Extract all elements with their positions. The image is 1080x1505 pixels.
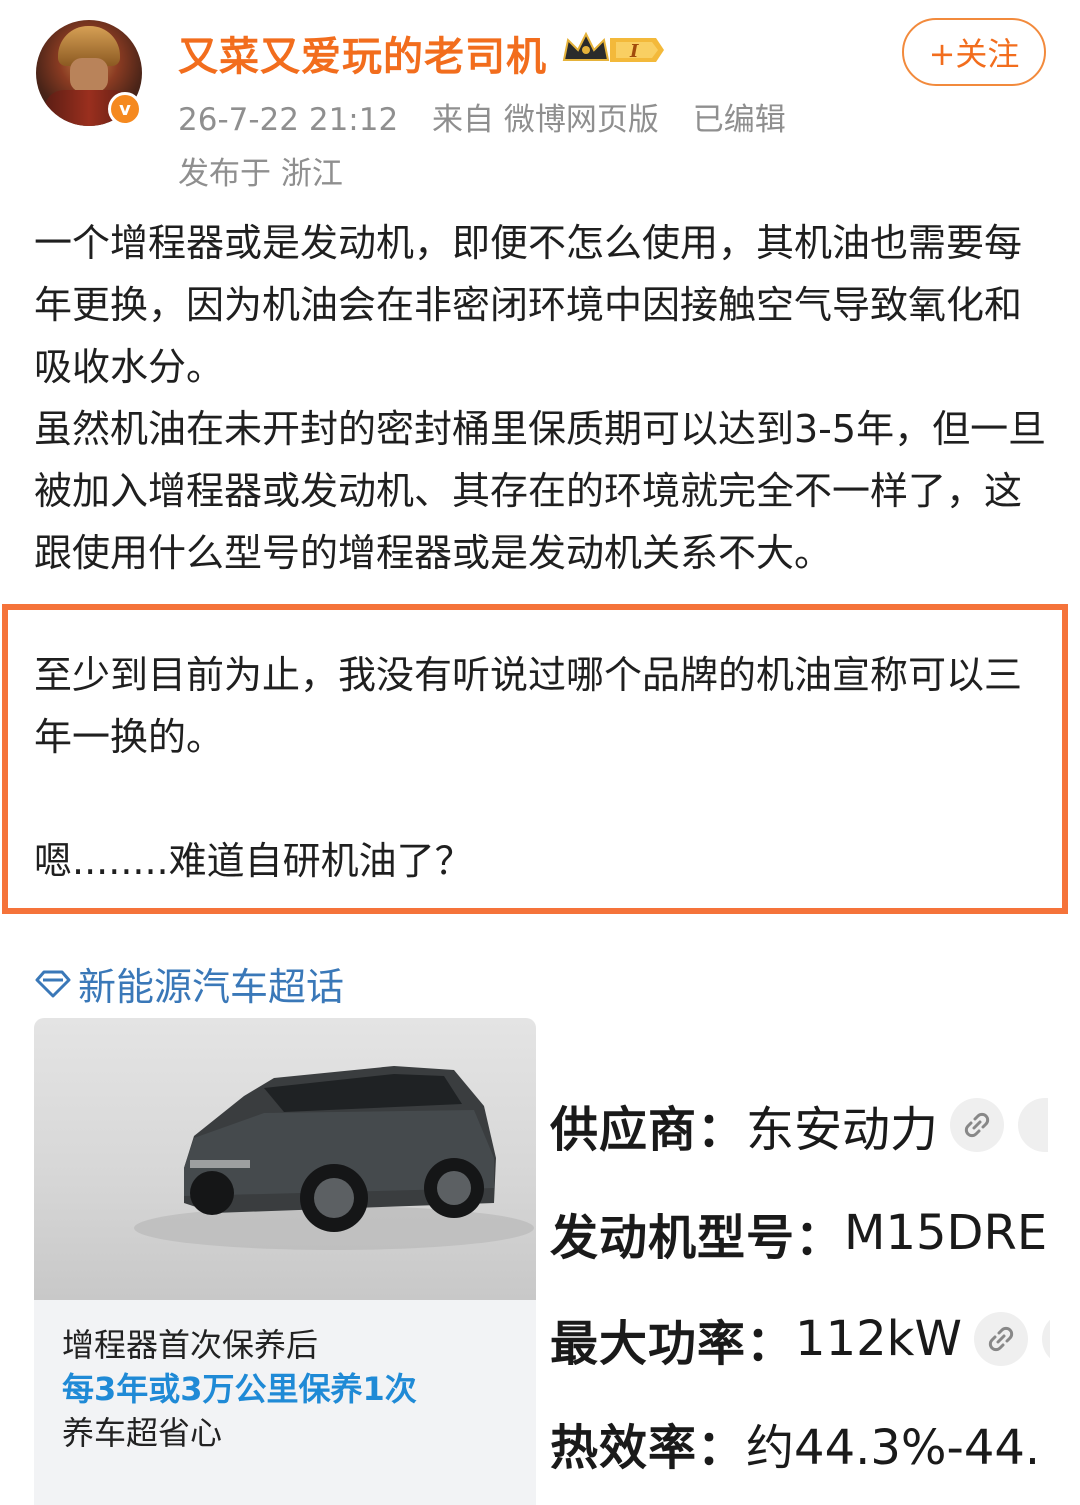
crown-level-badge-icon[interactable]: I [560,30,666,70]
highlight-line: 至少到目前为止，我没有听说过哪个品牌的机油宣称可以三年一换的。 [34,653,1023,759]
topic-link[interactable]: 新能源汽车超话 [34,956,344,1011]
spec-key: 供应商 [550,1102,698,1158]
image-caption: 养车超省心 [62,1414,223,1452]
spec-row-engine: 发动机型号： M15DRE [550,1198,1047,1268]
edited-label[interactable]: 已编辑 [693,102,786,138]
spec-value: 约44.3%-44. [746,1420,1041,1476]
spec-key: 发动机型号 [550,1210,796,1266]
highlight-line: 嗯........难道自研机油了？ [34,839,473,883]
spec-key: 最大功率 [550,1316,747,1372]
spec-row-supplier: 供应商： 东安动力 [550,1090,1049,1160]
spec-row-power: 最大功率： 112kW [550,1304,1050,1374]
post-image[interactable]: 增程器首次保养后 每3年或3万公里保养1次 养车超省心 [34,1018,536,1505]
spec-row-efficiency: 热效率： 约44.3%-44. [550,1408,1040,1478]
username[interactable]: 又菜又爱玩的老司机 [178,24,547,82]
image-caption-area: 增程器首次保养后 每3年或3万公里保养1次 养车超省心 [34,1300,536,1505]
spec-value: M15DRE [844,1205,1048,1261]
topic-label: 新能源汽车超话 [78,965,345,1009]
suv-image [134,1066,534,1250]
diamond-topic-icon [35,970,71,997]
spec-key: 热效率 [550,1420,698,1476]
link-icon-partial [1041,1312,1050,1366]
post-source[interactable]: 来自 微博网页版 [432,102,659,138]
link-icon [973,1312,1028,1366]
spec-value: 112kW [795,1311,962,1367]
link-icon-partial [1018,1098,1049,1152]
post-meta: 26-7-22 21:12 来自 微博网页版 已编辑 [178,94,810,139]
image-caption: 增程器首次保养后 [62,1326,319,1364]
image-caption-highlight: 每3年或3万公里保养1次 [62,1370,417,1408]
post-paragraph: 虽然机油在未开封的密封桶里保质期可以达到3-5年，但一旦被加入增程器或发动机、其… [34,407,1047,575]
verified-badge-icon: v [108,92,142,126]
post-timestamp: 26-7-22 21:12 [178,102,399,138]
post-location: 发布于 浙江 [178,156,343,192]
highlight-text: 至少到目前为止，我没有听说过哪个品牌的机油宣称可以三年一换的。 嗯.......… [34,644,1034,892]
follow-button[interactable]: +关注 [902,18,1046,86]
level-badge-text: I [629,41,639,62]
spec-value: 东安动力 [746,1102,939,1158]
spec-panel[interactable]: 供应商： 东安动力 发动机型号： M15DRE 最大功率： 112kW 热效率：… [550,1090,1050,1505]
car-photo [34,1018,536,1300]
post-text: 一个增程器或是发动机，即便不怎么使用，其机油也需要每年更换，因为机油会在非密闭环… [34,212,1054,584]
avatar-face-shape [70,58,108,92]
link-icon [950,1098,1005,1152]
post-paragraph: 一个增程器或是发动机，即便不怎么使用，其机油也需要每年更换，因为机油会在非密闭环… [34,221,1023,389]
